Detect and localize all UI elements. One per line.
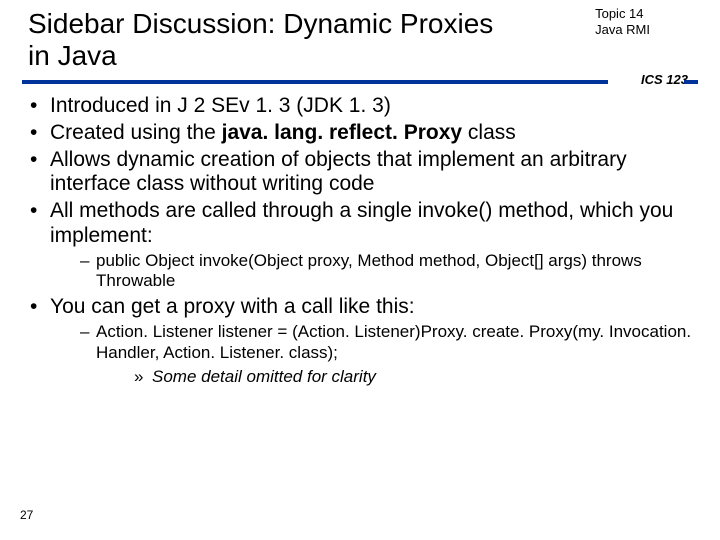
bullet-4-text: All methods are called through a single …	[50, 199, 673, 247]
bullet-5-subsub-1: Some detail omitted for clarity	[134, 367, 696, 387]
topic-line-2: Java RMI	[595, 22, 650, 38]
header: Sidebar Discussion: Dynamic Proxies in J…	[0, 0, 720, 72]
bullet-3: Allows dynamic creation of objects that …	[30, 148, 696, 198]
bullet-5-text: You can get a proxy with a call like thi…	[50, 295, 415, 318]
bullet-4: All methods are called through a single …	[30, 199, 696, 291]
bullet-2-post: class	[462, 121, 516, 144]
bullet-4-sub: public Object invoke(Object proxy, Metho…	[50, 251, 696, 292]
topic-line-1: Topic 14	[595, 6, 650, 22]
bullet-5-subsub: Some detail omitted for clarity	[96, 367, 696, 387]
page-number: 27	[20, 508, 33, 522]
bullet-5: You can get a proxy with a call like thi…	[30, 295, 696, 387]
bullet-5-sub: Action. Listener listener = (Action. Lis…	[50, 322, 696, 387]
body: Introduced in J 2 SEv 1. 3 (JDK 1. 3) Cr…	[30, 94, 696, 391]
slide: Sidebar Discussion: Dynamic Proxies in J…	[0, 0, 720, 540]
topic-block: Topic 14 Java RMI	[595, 6, 650, 39]
bullet-5-sub-1: Action. Listener listener = (Action. Lis…	[80, 322, 696, 387]
bullet-1: Introduced in J 2 SEv 1. 3 (JDK 1. 3)	[30, 94, 696, 119]
divider-end	[684, 80, 698, 84]
bullet-4-sub-1: public Object invoke(Object proxy, Metho…	[80, 251, 696, 292]
bullet-2-bold: java. lang. reflect. Proxy	[222, 121, 462, 144]
bullet-5-sub-1-text: Action. Listener listener = (Action. Lis…	[96, 322, 691, 361]
divider	[22, 80, 698, 84]
slide-title: Sidebar Discussion: Dynamic Proxies in J…	[28, 8, 508, 72]
divider-main	[22, 80, 608, 84]
bullet-2: Created using the java. lang. reflect. P…	[30, 121, 696, 146]
bullet-2-pre: Created using the	[50, 121, 222, 144]
bullet-list: Introduced in J 2 SEv 1. 3 (JDK 1. 3) Cr…	[30, 94, 696, 387]
